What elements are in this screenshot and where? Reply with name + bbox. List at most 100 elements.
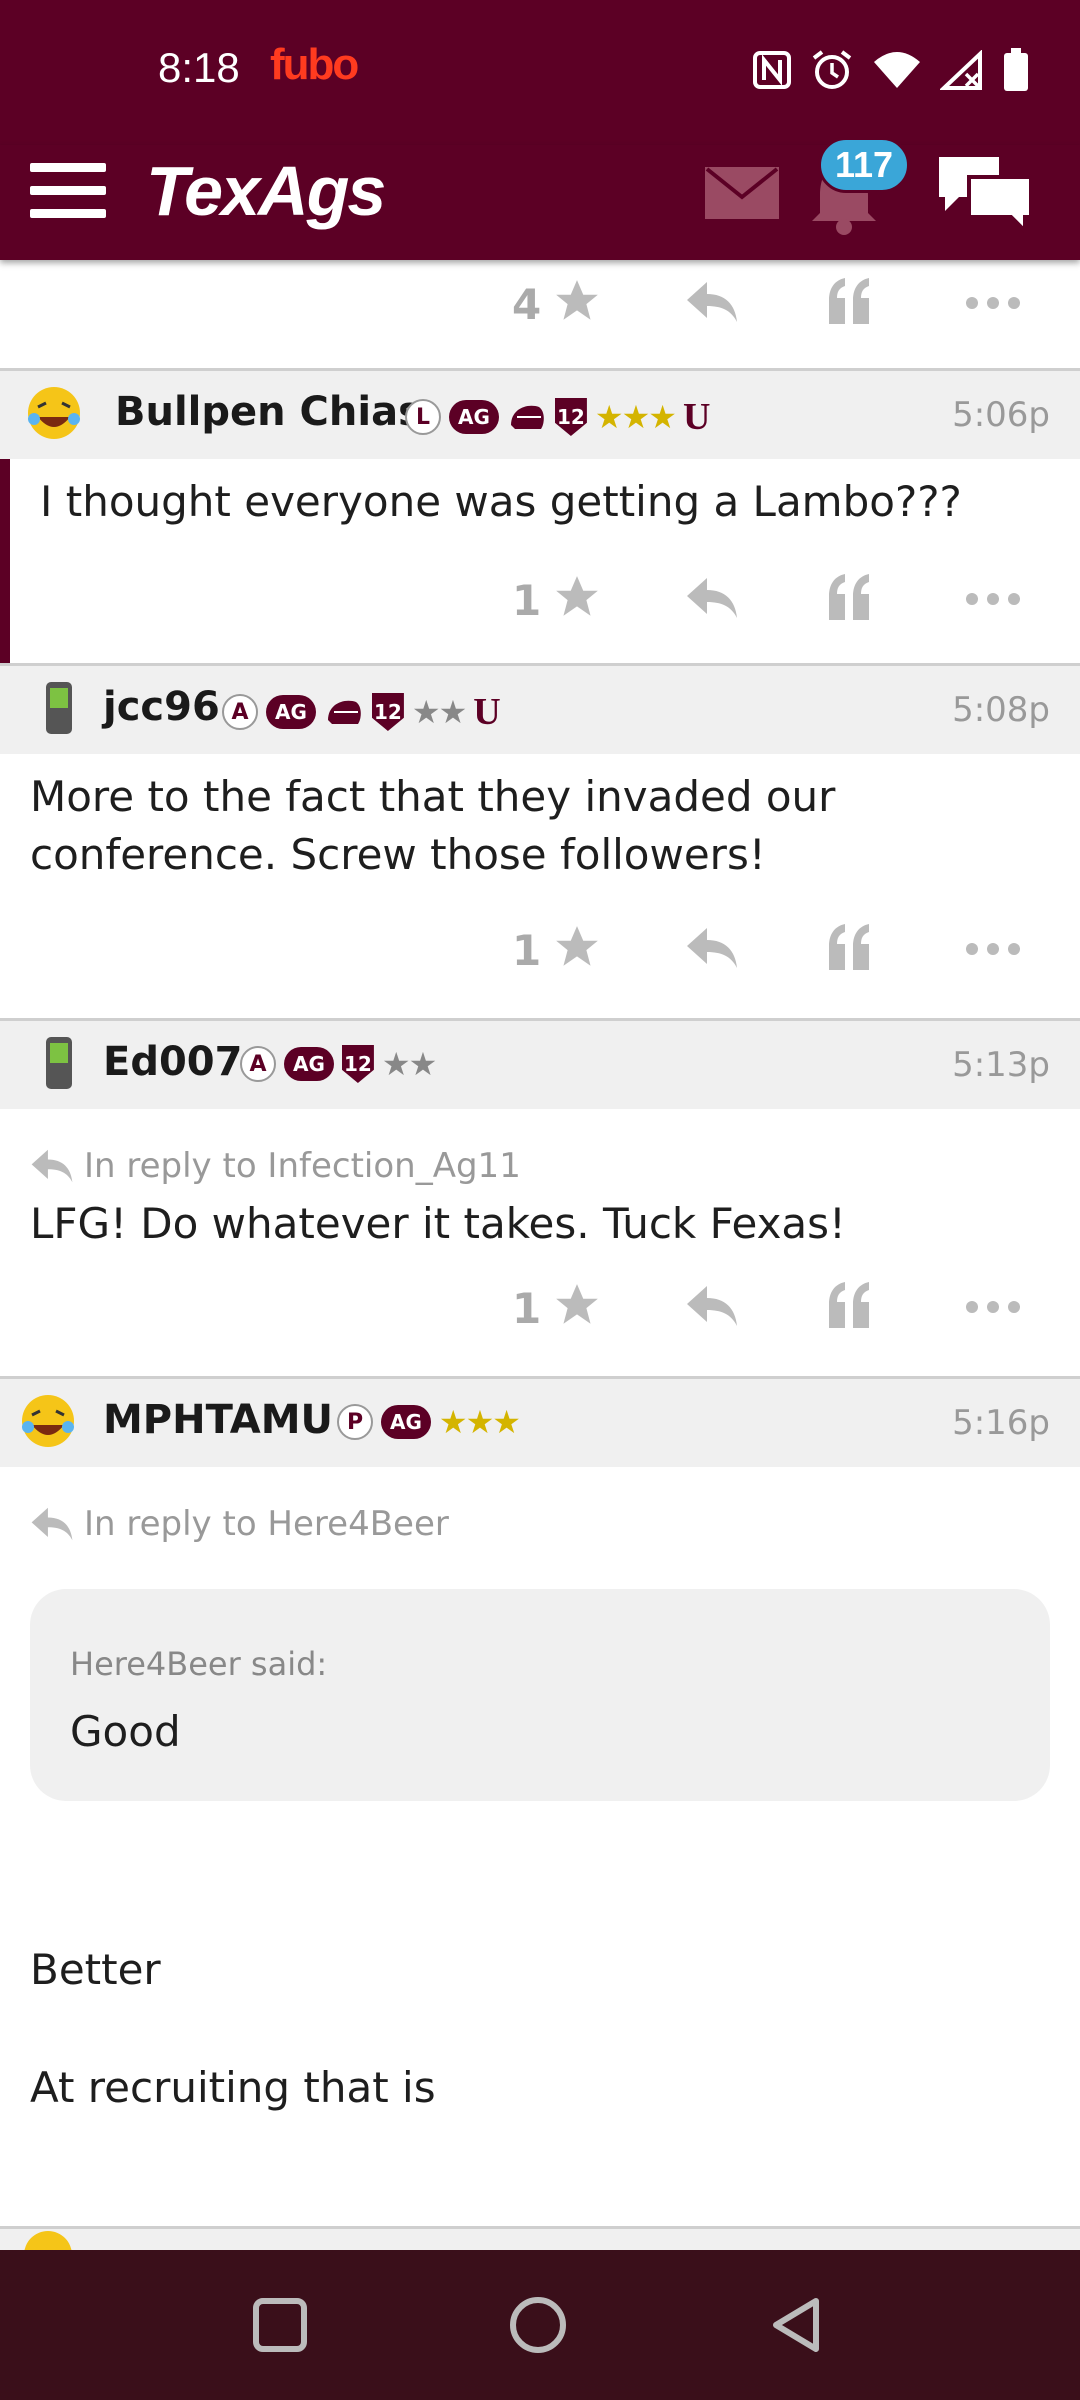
u-badge: U xyxy=(473,691,501,733)
mail-icon[interactable] xyxy=(705,167,779,219)
like-count: 1 xyxy=(512,1284,542,1333)
user-flair: A AG 12 ★★ xyxy=(240,1045,437,1083)
post-actions: 1 xyxy=(0,1256,1080,1376)
fubo-notification-icon: fubo xyxy=(270,40,359,89)
post-actions: 1 xyxy=(0,898,1080,1018)
post-header: Bullpen Chias L AG 12 ★★★ U 5:06p xyxy=(0,368,1080,459)
username[interactable]: jcc96 xyxy=(103,684,220,730)
phone-avatar xyxy=(46,1037,72,1089)
membership-badge: A xyxy=(222,694,258,730)
post-time: 5:13p xyxy=(952,1045,1050,1085)
status-bar: 8:18 fubo xyxy=(0,0,1080,145)
post-header: jcc96 A AG 12 ★★ U 5:08p xyxy=(0,663,1080,754)
reply-icon xyxy=(31,1149,73,1183)
user-flair: L AG 12 ★★★ U xyxy=(405,395,710,439)
twelfth-man-badge: 12 xyxy=(371,693,404,731)
quote-block: Here4Beer said: Good xyxy=(30,1589,1050,1801)
signal-icon xyxy=(940,50,982,90)
ag-badge: AG xyxy=(266,695,316,729)
reply-icon[interactable] xyxy=(685,280,739,324)
alarm-icon xyxy=(812,50,852,89)
reply-to-label[interactable]: In reply to Infection_Ag11 xyxy=(84,1137,521,1195)
post-time: 5:08p xyxy=(952,690,1050,730)
quote-icon[interactable] xyxy=(825,1280,875,1330)
post-time: 5:16p xyxy=(952,1403,1050,1443)
texags-logo[interactable]: TexAgs xyxy=(146,151,386,231)
username[interactable]: Bullpen Chias xyxy=(115,389,422,435)
ag-badge: AG xyxy=(449,400,499,434)
post-text-line: Better xyxy=(30,1945,161,1994)
membership-badge: P xyxy=(337,1404,373,1440)
post-actions: 4 xyxy=(0,260,1080,368)
post-jcc96: jcc96 A AG 12 ★★ U 5:08p More to the fac… xyxy=(0,663,1080,1018)
post-time: 5:06p xyxy=(952,395,1050,435)
post-bullpen-chias: Bullpen Chias L AG 12 ★★★ U 5:06p I thou… xyxy=(0,368,1080,663)
notification-count-badge[interactable]: 117 xyxy=(818,137,911,193)
star-icon[interactable] xyxy=(552,922,602,972)
app-header: TexAgs 117 xyxy=(0,137,1080,260)
reply-icon[interactable] xyxy=(685,926,739,970)
menu-icon[interactable] xyxy=(30,159,106,219)
more-icon[interactable] xyxy=(965,296,1021,310)
reply-icon xyxy=(31,1507,73,1541)
laughing-emoji-avatar xyxy=(22,1395,74,1447)
more-icon[interactable] xyxy=(965,1300,1021,1314)
star-rating: ★★ xyxy=(381,1045,437,1083)
post-body: More to the fact that they invaded our c… xyxy=(30,772,836,879)
username[interactable]: Ed007 xyxy=(103,1039,242,1085)
quote-icon[interactable] xyxy=(825,922,875,972)
star-icon[interactable] xyxy=(552,276,602,326)
circle-nav-icon[interactable] xyxy=(508,2295,568,2355)
battery-icon xyxy=(1004,48,1028,91)
ag-badge: AG xyxy=(381,1405,431,1439)
like-count: 1 xyxy=(512,576,542,625)
system-icons xyxy=(752,48,1030,92)
helmet-icon xyxy=(510,405,544,429)
membership-badge: L xyxy=(405,399,441,435)
star-rating: ★★ xyxy=(411,693,467,731)
twelfth-man-badge: 12 xyxy=(554,398,587,436)
post-mphtamu: MPHTAMU P AG ★★★ 5:16p In reply to Here4… xyxy=(0,1376,1080,2296)
square-nav-icon[interactable] xyxy=(250,2295,310,2355)
star-rating: ★★★ xyxy=(438,1403,521,1441)
star-icon[interactable] xyxy=(552,572,602,622)
ag-badge: AG xyxy=(284,1047,334,1081)
more-icon[interactable] xyxy=(965,592,1021,606)
system-navigation-bar xyxy=(0,2250,1080,2400)
quote-text: Good xyxy=(70,1707,181,1756)
username[interactable]: MPHTAMU xyxy=(103,1397,333,1443)
status-time: 8:18 xyxy=(158,44,240,91)
laughing-emoji-avatar xyxy=(28,387,80,439)
user-flair: P AG ★★★ xyxy=(337,1403,521,1441)
quote-author: Here4Beer said: xyxy=(70,1645,328,1683)
membership-badge: A xyxy=(240,1046,276,1082)
post-header: Ed007 A AG 12 ★★ 5:13p xyxy=(0,1018,1080,1109)
reply-reference[interactable]: In reply to Infection_Ag11 xyxy=(30,1137,1050,1195)
chat-icon[interactable] xyxy=(935,153,1035,233)
quote-icon[interactable] xyxy=(825,276,875,326)
reply-icon[interactable] xyxy=(685,1284,739,1328)
post-text: LFG! Do whatever it takes. Tuck Fexas! xyxy=(30,1199,846,1248)
like-count: 4 xyxy=(512,280,542,329)
post-header: MPHTAMU P AG ★★★ 5:16p xyxy=(0,1376,1080,1467)
next-post-header xyxy=(0,2226,1080,2253)
star-icon[interactable] xyxy=(552,1280,602,1330)
helmet-icon xyxy=(327,700,361,724)
u-badge: U xyxy=(682,396,711,438)
quote-icon[interactable] xyxy=(825,572,875,622)
wifi-icon xyxy=(874,52,920,88)
phone-avatar xyxy=(46,682,72,734)
post-text-line: At recruiting that is xyxy=(30,2063,436,2112)
post-ed007: Ed007 A AG 12 ★★ 5:13p In reply to Infec… xyxy=(0,1018,1080,1376)
back-nav-icon[interactable] xyxy=(768,2295,828,2355)
reply-to-label[interactable]: In reply to Here4Beer xyxy=(84,1495,449,1553)
post-body: I thought everyone was getting a Lambo??… xyxy=(40,477,962,526)
reply-icon[interactable] xyxy=(685,576,739,620)
user-flair: A AG 12 ★★ U xyxy=(222,690,501,734)
twelfth-man-badge: 12 xyxy=(341,1045,374,1083)
post-body: In reply to Here4Beer Here4Beer said: Go… xyxy=(0,1467,1080,2117)
more-icon[interactable] xyxy=(965,942,1021,956)
like-count: 1 xyxy=(512,926,542,975)
reply-reference[interactable]: In reply to Here4Beer xyxy=(30,1495,1050,1553)
post-feed: 4 Bullpen Chias L AG 12 ★★★ U 5:06p I th… xyxy=(0,260,1080,2296)
